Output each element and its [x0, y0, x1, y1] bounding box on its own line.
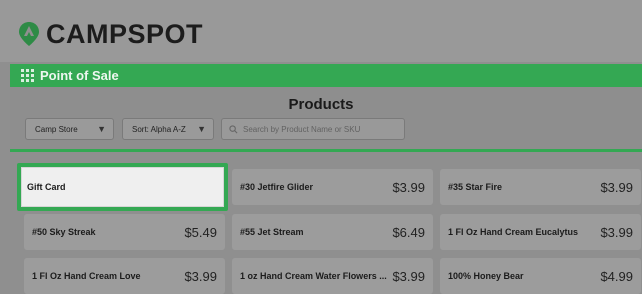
- logo-bar: CAMPSPOT: [0, 0, 642, 62]
- product-name: 100% Honey Bear: [448, 271, 524, 281]
- product-name: #50 Sky Streak: [32, 227, 96, 237]
- product-tile[interactable]: #30 Jetfire Glider $3.99: [232, 169, 433, 205]
- product-tile[interactable]: 100% Honey Bear $4.99: [440, 258, 641, 294]
- product-name: 1 Fl Oz Hand Cream Eucalytus: [448, 227, 579, 237]
- pos-header-bar: Point of Sale: [10, 64, 642, 87]
- product-price: $6.49: [392, 224, 425, 240]
- sort-select-value: Sort: Alpha A-Z: [132, 124, 186, 134]
- product-search[interactable]: [221, 118, 405, 140]
- product-name: 1 Fl Oz Hand Cream Love: [32, 271, 141, 281]
- product-tile[interactable]: #55 Jet Stream $6.49: [232, 214, 433, 250]
- product-name: #55 Jet Stream: [240, 227, 304, 237]
- product-name: Gift Card: [27, 182, 66, 192]
- product-tile[interactable]: #35 Star Fire $3.99: [440, 169, 641, 205]
- product-tile[interactable]: 1 Fl Oz Hand Cream Love $3.99: [24, 258, 225, 294]
- search-input[interactable]: [243, 124, 403, 134]
- product-tile-gift-card[interactable]: Gift Card: [17, 163, 228, 211]
- product-price: $3.99: [392, 179, 425, 195]
- product-tile[interactable]: 1 oz Hand Cream Water Flowers ... $3.99: [232, 258, 433, 294]
- products-heading: Products: [288, 96, 354, 113]
- product-price: $3.99: [600, 224, 633, 240]
- chevron-down-icon: ▼: [197, 124, 206, 134]
- search-icon: [229, 124, 238, 133]
- page-title: Point of Sale: [40, 68, 119, 83]
- store-select-value: Camp Store: [35, 124, 78, 134]
- grid-icon[interactable]: [21, 69, 34, 82]
- product-tile[interactable]: 1 Fl Oz Hand Cream Eucalytus $3.99: [440, 214, 641, 250]
- product-price: $3.99: [184, 268, 217, 284]
- product-price: $5.49: [184, 224, 217, 240]
- product-price: $3.99: [600, 179, 633, 195]
- product-name: 1 oz Hand Cream Water Flowers ...: [240, 271, 387, 281]
- campspot-logo[interactable]: CAMPSPOT: [18, 19, 203, 49]
- store-select[interactable]: Camp Store ▼: [25, 118, 114, 140]
- product-tile[interactable]: #50 Sky Streak $5.49: [24, 214, 225, 250]
- section-divider: [10, 149, 642, 152]
- product-name: #35 Star Fire: [448, 182, 503, 192]
- product-name: #30 Jetfire Glider: [240, 182, 314, 192]
- product-price: $3.99: [392, 268, 425, 284]
- campspot-pin-icon: [19, 22, 39, 46]
- brand-name: CAMPSPOT: [46, 19, 204, 49]
- sort-select[interactable]: Sort: Alpha A-Z ▼: [122, 118, 214, 140]
- product-price: $4.99: [600, 268, 633, 284]
- chevron-down-icon: ▼: [97, 124, 106, 134]
